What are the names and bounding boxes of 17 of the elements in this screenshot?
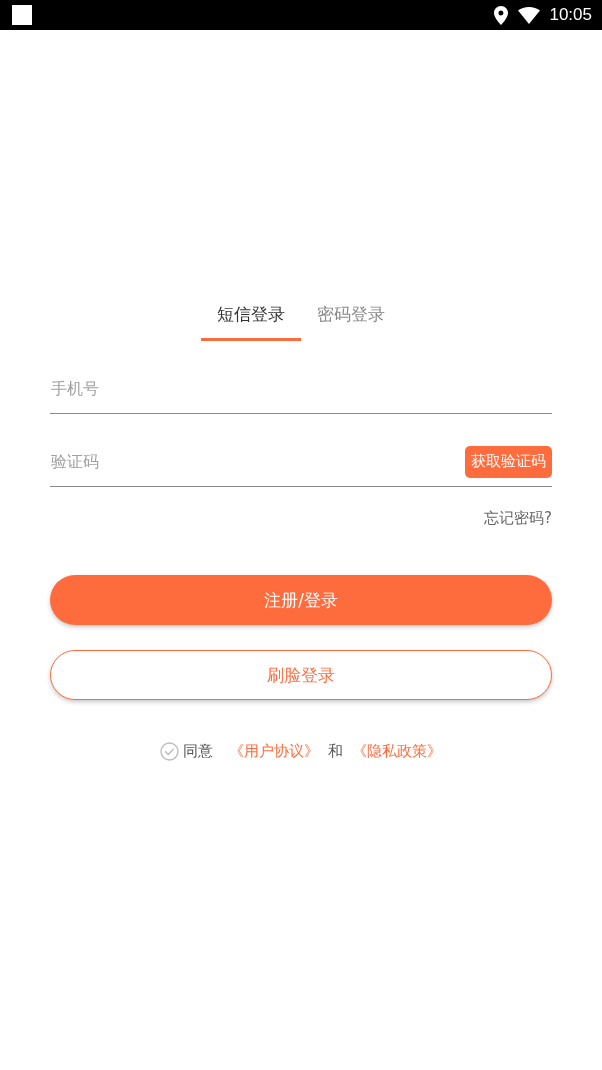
wifi-icon <box>518 6 541 24</box>
face-login-button[interactable]: 刷脸登录 <box>50 650 552 700</box>
notification-square-icon <box>12 5 32 25</box>
and-label: 和 <box>328 741 343 762</box>
register-login-button[interactable]: 注册/登录 <box>50 575 552 625</box>
login-tab[interactable]: 密码登录 <box>301 296 401 341</box>
login-tab[interactable]: 短信登录 <box>201 296 301 341</box>
code-input-field[interactable]: 验证码 <box>50 441 465 482</box>
phone-input-field[interactable]: 手机号 <box>50 368 552 409</box>
location-pin-icon <box>494 5 509 25</box>
get-code-button[interactable]: 获取验证码 <box>465 445 552 478</box>
policy-link[interactable]: 《用户协议》 <box>229 740 319 762</box>
agree-checkbox-icon[interactable] <box>160 741 179 761</box>
status-time: 10:05 <box>549 5 592 25</box>
forgot-password-link[interactable]: 忘记密码? <box>484 507 552 529</box>
agree-label: 同意 <box>183 741 213 762</box>
policy-link[interactable]: 《隐私政策》 <box>352 740 442 762</box>
